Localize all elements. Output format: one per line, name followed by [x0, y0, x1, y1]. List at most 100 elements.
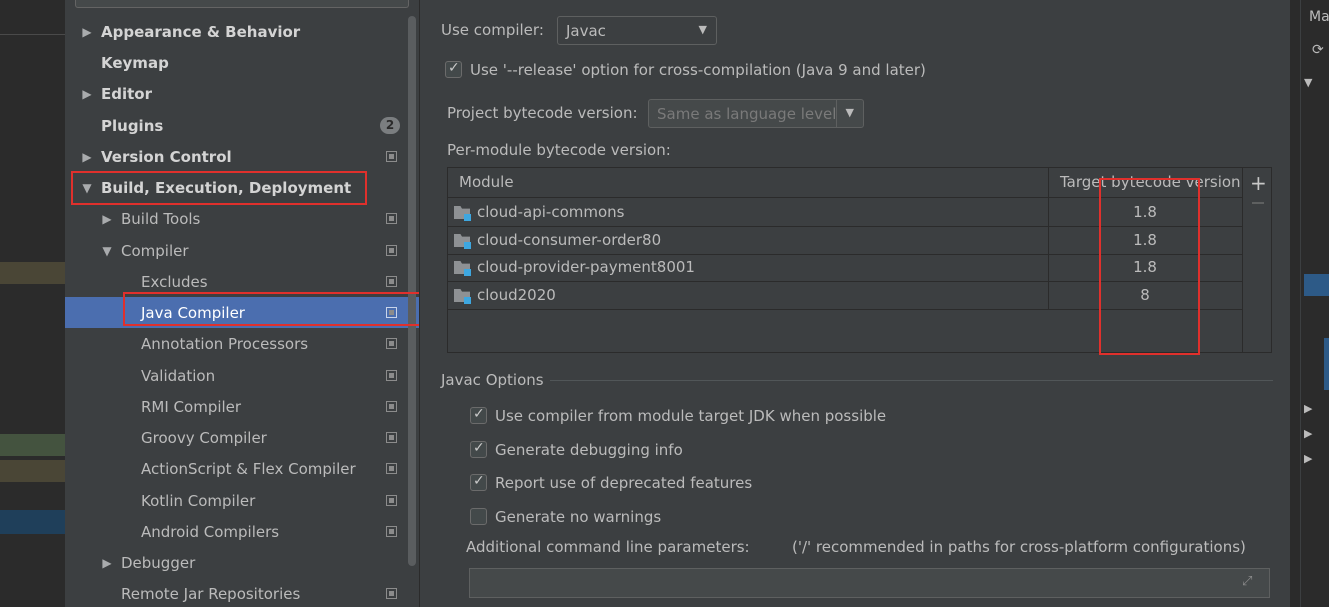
use-compiler-dropdown[interactable]: Javac ▼ — [557, 16, 717, 45]
tree-item-plugins[interactable]: Plugins 2 — [65, 110, 419, 141]
additional-params-hint: ('/' recommended in paths for cross-plat… — [792, 538, 1246, 556]
tree-item-label: Appearance & Behavior — [101, 22, 301, 41]
project-level-icon — [386, 588, 397, 599]
expand-arrow-icon[interactable]: ▶ — [1304, 402, 1312, 415]
remove-module-icon[interactable] — [1252, 202, 1264, 204]
tree-item-kotlin-compiler[interactable]: Kotlin Compiler — [65, 485, 419, 516]
module-name: cloud-provider-payment8001 — [477, 258, 695, 276]
tool-window-edge: Ma ⟳ ▼ ▶ ▶ ▶ — [1290, 0, 1329, 607]
editor-highlight-band — [0, 434, 65, 456]
use-compiler-value: Javac — [566, 22, 606, 40]
project-level-icon — [386, 276, 397, 287]
tree-item-label: Android Compilers — [141, 522, 280, 541]
tree-item-debugger[interactable]: ▶ Debugger — [65, 547, 419, 578]
refresh-icon[interactable]: ⟳ — [1312, 42, 1324, 58]
deprecated-features-checkbox[interactable] — [470, 473, 487, 491]
table-toolbar: + — [1242, 168, 1272, 352]
tree-scrollbar[interactable] — [408, 16, 416, 566]
release-option-label: Use '--release' option for cross-compila… — [470, 61, 926, 79]
release-option-checkbox[interactable] — [445, 60, 462, 78]
collapse-arrow-icon[interactable]: ▼ — [100, 244, 114, 258]
tree-item-label: Annotation Processors — [141, 334, 309, 353]
editor-highlight-band — [0, 510, 65, 534]
collapse-arrow-icon[interactable]: ▼ — [1304, 76, 1312, 89]
tree-item-remote-jar-repositories[interactable]: Remote Jar Repositories — [65, 578, 419, 607]
selection-highlight — [1304, 274, 1329, 296]
use-module-jdk-checkbox[interactable] — [470, 406, 487, 424]
project-bytecode-dropdown[interactable]: Same as language level ▼ — [648, 99, 864, 128]
tree-item-label: Debugger — [121, 553, 196, 572]
expand-arrow-icon[interactable]: ▶ — [80, 25, 94, 39]
no-warnings-checkbox[interactable] — [470, 508, 487, 525]
add-module-icon[interactable]: + — [1250, 171, 1267, 195]
use-module-jdk-label: Use compiler from module target JDK when… — [495, 407, 887, 425]
edge-divider — [1300, 0, 1301, 607]
java-compiler-panel: Use compiler: Javac ▼ Use '--release' op… — [419, 0, 1290, 607]
editor-background-strip — [0, 0, 65, 607]
tree-item-label: Excludes — [141, 272, 208, 291]
selection-highlight — [1324, 338, 1329, 390]
tree-item-compiler[interactable]: ▼ Compiler — [65, 235, 419, 266]
tree-item-label: Build Tools — [121, 209, 201, 228]
expand-arrow-icon[interactable]: ▶ — [1304, 427, 1312, 440]
tree-item-label: Keymap — [101, 53, 169, 72]
expand-arrow-icon[interactable]: ▶ — [80, 87, 94, 101]
project-level-icon — [386, 463, 397, 474]
tree-item-label: ActionScript & Flex Compiler — [141, 459, 356, 478]
tree-item-label: Groovy Compiler — [141, 428, 267, 447]
annotation-box-build-execution — [71, 171, 367, 205]
debug-info-checkbox[interactable] — [470, 440, 487, 458]
tree-item-groovy-compiler[interactable]: Groovy Compiler — [65, 422, 419, 453]
tree-item-label: RMI Compiler — [141, 397, 242, 416]
dropdown-arrow-icon: ▼ — [845, 106, 854, 119]
project-bytecode-value: Same as language level — [657, 105, 837, 123]
section-divider — [550, 380, 1273, 381]
tree-item-validation[interactable]: Validation — [65, 360, 419, 391]
additional-params-input[interactable] — [469, 568, 1270, 598]
expand-arrow-icon[interactable]: ▶ — [100, 556, 114, 570]
use-compiler-label: Use compiler: — [441, 21, 544, 39]
expand-arrow-icon[interactable]: ▶ — [100, 212, 114, 226]
module-marker-icon — [464, 297, 471, 304]
project-level-icon — [386, 370, 397, 381]
deprecated-features-label: Report use of deprecated features — [495, 474, 753, 492]
settings-search-field[interactable] — [75, 0, 409, 8]
module-name: cloud-api-commons — [477, 203, 625, 221]
tool-window-tab[interactable]: Ma — [1309, 9, 1329, 25]
expand-arrow-icon[interactable]: ▶ — [1304, 452, 1312, 465]
tree-item-label: Remote Jar Repositories — [121, 584, 301, 603]
tree-item-keymap[interactable]: Keymap — [65, 47, 419, 78]
module-name: cloud-consumer-order80 — [477, 231, 662, 249]
debug-info-label: Generate debugging info — [495, 441, 683, 459]
tree-item-actionscript-flex-compiler[interactable]: ActionScript & Flex Compiler — [65, 453, 419, 484]
project-level-icon — [386, 213, 397, 224]
tree-item-build-tools[interactable]: ▶ Build Tools — [65, 203, 419, 234]
expand-field-icon[interactable]: ⤢ — [1242, 574, 1282, 589]
column-header-module[interactable]: Module — [459, 173, 514, 191]
dropdown-arrow-icon: ▼ — [698, 23, 707, 36]
tree-item-label: Validation — [141, 366, 216, 385]
annotation-box-target-version — [1099, 178, 1200, 355]
tree-item-rmi-compiler[interactable]: RMI Compiler — [65, 391, 419, 422]
module-marker-icon — [464, 269, 471, 276]
javac-options-title: Javac Options — [441, 371, 544, 389]
plugins-update-badge: 2 — [380, 117, 400, 134]
editor-divider — [0, 34, 65, 35]
project-bytecode-label: Project bytecode version: — [447, 104, 638, 122]
project-level-icon — [386, 245, 397, 256]
editor-highlight-band — [0, 262, 65, 284]
tree-item-android-compilers[interactable]: Android Compilers — [65, 516, 419, 547]
tree-item-label: Compiler — [121, 241, 189, 260]
expand-arrow-icon[interactable]: ▶ — [80, 150, 94, 164]
additional-params-label: Additional command line parameters: — [466, 538, 750, 556]
project-level-icon — [386, 401, 397, 412]
tree-item-editor[interactable]: ▶ Editor — [65, 78, 419, 109]
tree-item-label: Version Control — [101, 147, 232, 166]
annotation-box-java-compiler — [123, 292, 462, 326]
tree-item-annotation-processors[interactable]: Annotation Processors — [65, 328, 419, 359]
module-marker-icon — [464, 214, 471, 221]
tree-item-version-control[interactable]: ▶ Version Control — [65, 141, 419, 172]
tree-item-appearance-behavior[interactable]: ▶ Appearance & Behavior — [65, 16, 419, 47]
project-level-icon — [386, 526, 397, 537]
tree-item-label: Editor — [101, 84, 152, 103]
